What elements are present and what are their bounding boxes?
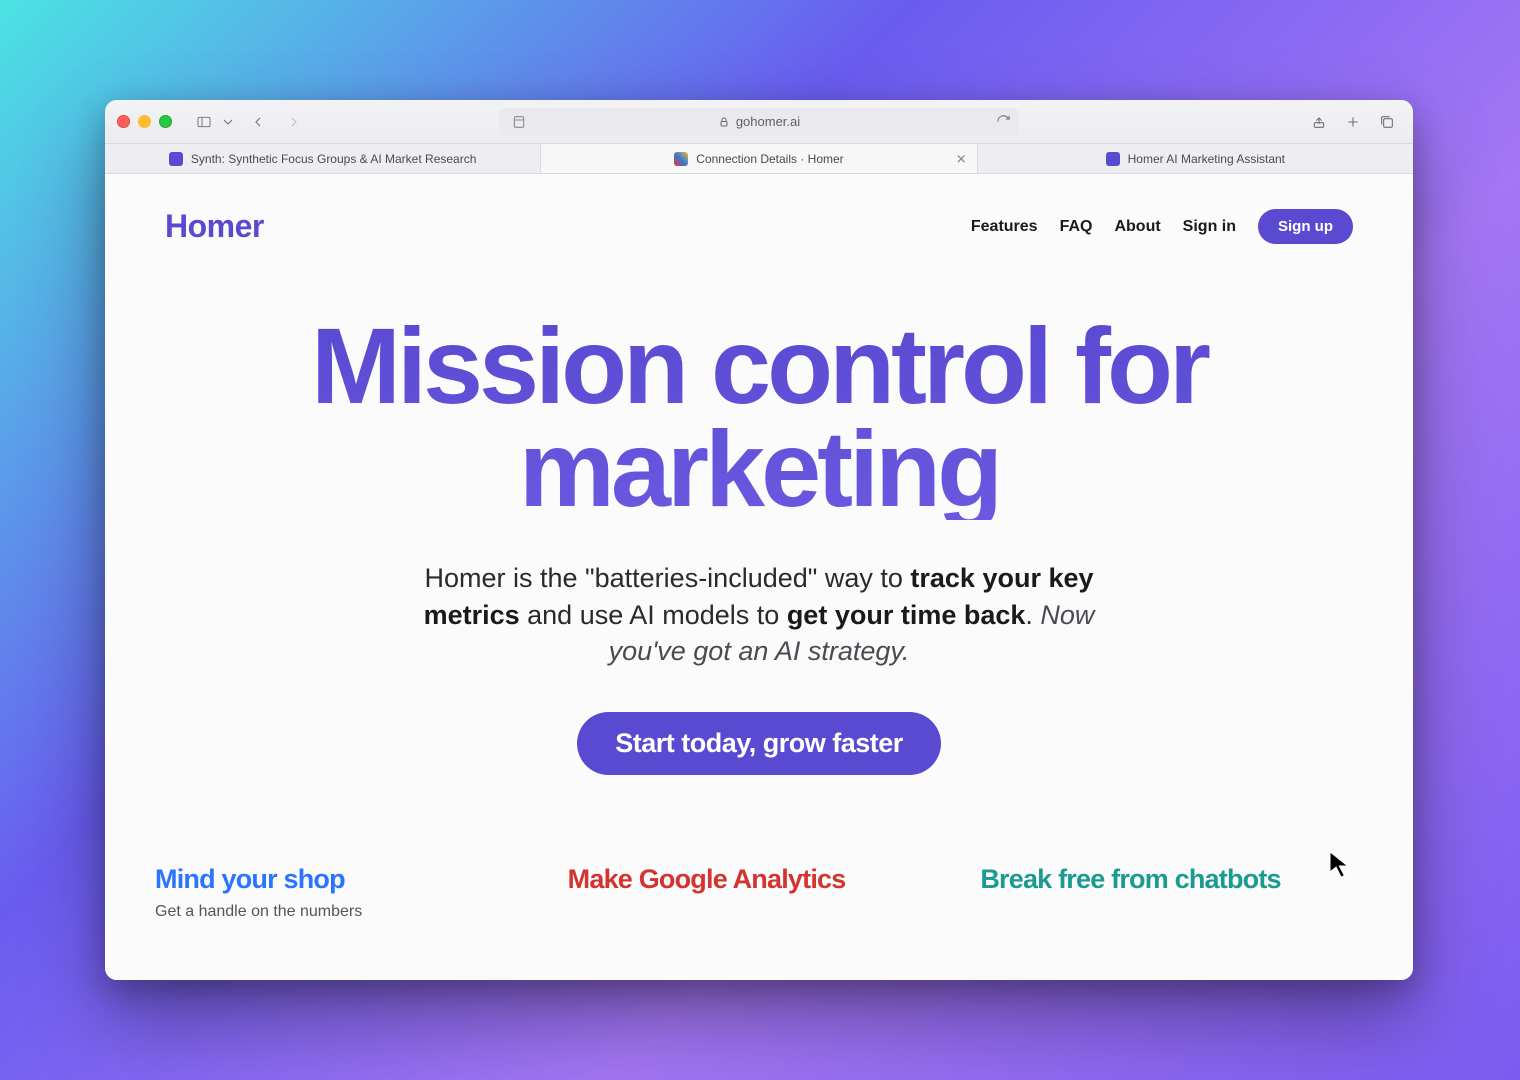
tab-title: Homer AI Marketing Assistant (1128, 152, 1285, 166)
url-text: gohomer.ai (736, 114, 800, 129)
nav-faq[interactable]: FAQ (1060, 218, 1093, 236)
favicon-icon (1106, 152, 1120, 166)
nav-features[interactable]: Features (971, 218, 1038, 236)
nav-signin[interactable]: Sign in (1183, 218, 1236, 236)
desktop-background: gohomer.ai Synth: Synt (0, 0, 1520, 1080)
card-title: Make Google Analytics (568, 865, 951, 893)
hero-sub-text: . (1025, 600, 1040, 630)
site-settings-button[interactable] (505, 109, 533, 135)
favicon-icon (169, 152, 183, 166)
back-button[interactable] (244, 109, 272, 135)
share-button[interactable] (1305, 109, 1333, 135)
hero-section: Mission control for marketing Homer is t… (105, 245, 1413, 775)
hero-sub-text: Homer is the "batteries-included" way to (425, 563, 911, 593)
site-logo[interactable]: Homer (165, 208, 264, 245)
feature-card-0: Mind your shop Get a handle on the numbe… (155, 865, 538, 921)
hero-subtitle: Homer is the "batteries-included" way to… (399, 560, 1119, 669)
hero-headline: Mission control for marketing (145, 315, 1373, 520)
nav-about[interactable]: About (1114, 218, 1160, 236)
feature-card-2: Break free from chatbots (980, 865, 1363, 921)
card-title: Break free from chatbots (980, 865, 1363, 893)
tab-overview-button[interactable] (1373, 109, 1401, 135)
favicon-icon (674, 152, 688, 166)
tab-strip: Synth: Synthetic Focus Groups & AI Marke… (105, 144, 1413, 174)
cta-button[interactable]: Start today, grow faster (577, 712, 941, 775)
browser-window: gohomer.ai Synth: Synt (105, 100, 1413, 980)
new-tab-button[interactable] (1339, 109, 1367, 135)
browser-tab-0[interactable]: Synth: Synthetic Focus Groups & AI Marke… (105, 144, 541, 173)
hero-sub-bold: get your time back (787, 600, 1026, 630)
tab-close-button[interactable]: ✕ (956, 152, 967, 165)
signup-button[interactable]: Sign up (1258, 209, 1353, 244)
browser-toolbar: gohomer.ai (105, 100, 1413, 144)
reload-button[interactable] (993, 112, 1013, 132)
dropdown-chevron-icon[interactable] (220, 109, 236, 135)
window-close-icon[interactable] (117, 115, 130, 128)
window-minimize-icon[interactable] (138, 115, 151, 128)
card-title: Mind your shop (155, 865, 538, 893)
site-nav-links: Features FAQ About Sign in Sign up (971, 209, 1353, 244)
page-content: Homer Features FAQ About Sign in Sign up… (105, 174, 1413, 980)
hero-sub-text: and use AI models to (520, 600, 787, 630)
browser-tab-2[interactable]: Homer AI Marketing Assistant (978, 144, 1413, 173)
forward-button[interactable] (280, 109, 308, 135)
card-body: Get a handle on the numbers (155, 903, 538, 921)
sidebar-toggle-button[interactable] (190, 109, 218, 135)
lock-icon (718, 116, 730, 128)
window-controls (117, 115, 172, 128)
feature-card-1: Make Google Analytics (568, 865, 951, 921)
browser-tab-1[interactable]: Connection Details · Homer ✕ (541, 144, 977, 173)
site-header: Homer Features FAQ About Sign in Sign up (105, 174, 1413, 245)
window-zoom-icon[interactable] (159, 115, 172, 128)
tab-title: Connection Details · Homer (696, 152, 843, 166)
address-bar[interactable]: gohomer.ai (499, 108, 1019, 136)
tab-title: Synth: Synthetic Focus Groups & AI Marke… (191, 152, 476, 166)
feature-cards: Mind your shop Get a handle on the numbe… (105, 775, 1413, 921)
